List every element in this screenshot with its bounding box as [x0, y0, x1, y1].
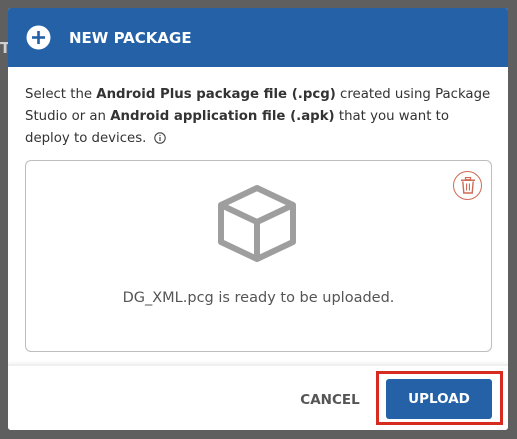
new-package-dialog: NEW PACKAGE Select the Android Plus pack…	[8, 8, 508, 430]
trash-icon	[461, 177, 475, 194]
upload-status-text: DG_XML.pcg is ready to be uploaded.	[122, 290, 395, 306]
dialog-footer: CANCEL UPLOAD	[8, 366, 508, 430]
delete-file-button[interactable]	[453, 171, 482, 200]
plus-circle-icon	[26, 25, 51, 50]
description-pcg-file: Android Plus package file (.pcg)	[96, 87, 336, 102]
dialog-title: NEW PACKAGE	[69, 29, 192, 47]
upload-button[interactable]: UPLOAD	[386, 379, 492, 419]
dialog-description: Select the Android Plus package file (.p…	[25, 84, 495, 150]
info-icon[interactable]	[153, 130, 166, 144]
cancel-button[interactable]: CANCEL	[295, 389, 365, 411]
description-apk-file: Android application file (.apk)	[110, 109, 335, 124]
background-text-fragment: T	[0, 39, 8, 57]
file-upload-area[interactable]: DG_XML.pcg is ready to be uploaded.	[25, 160, 492, 352]
dialog-header: NEW PACKAGE	[8, 8, 508, 67]
description-text: Select the	[25, 87, 97, 102]
package-box-icon	[216, 183, 298, 263]
